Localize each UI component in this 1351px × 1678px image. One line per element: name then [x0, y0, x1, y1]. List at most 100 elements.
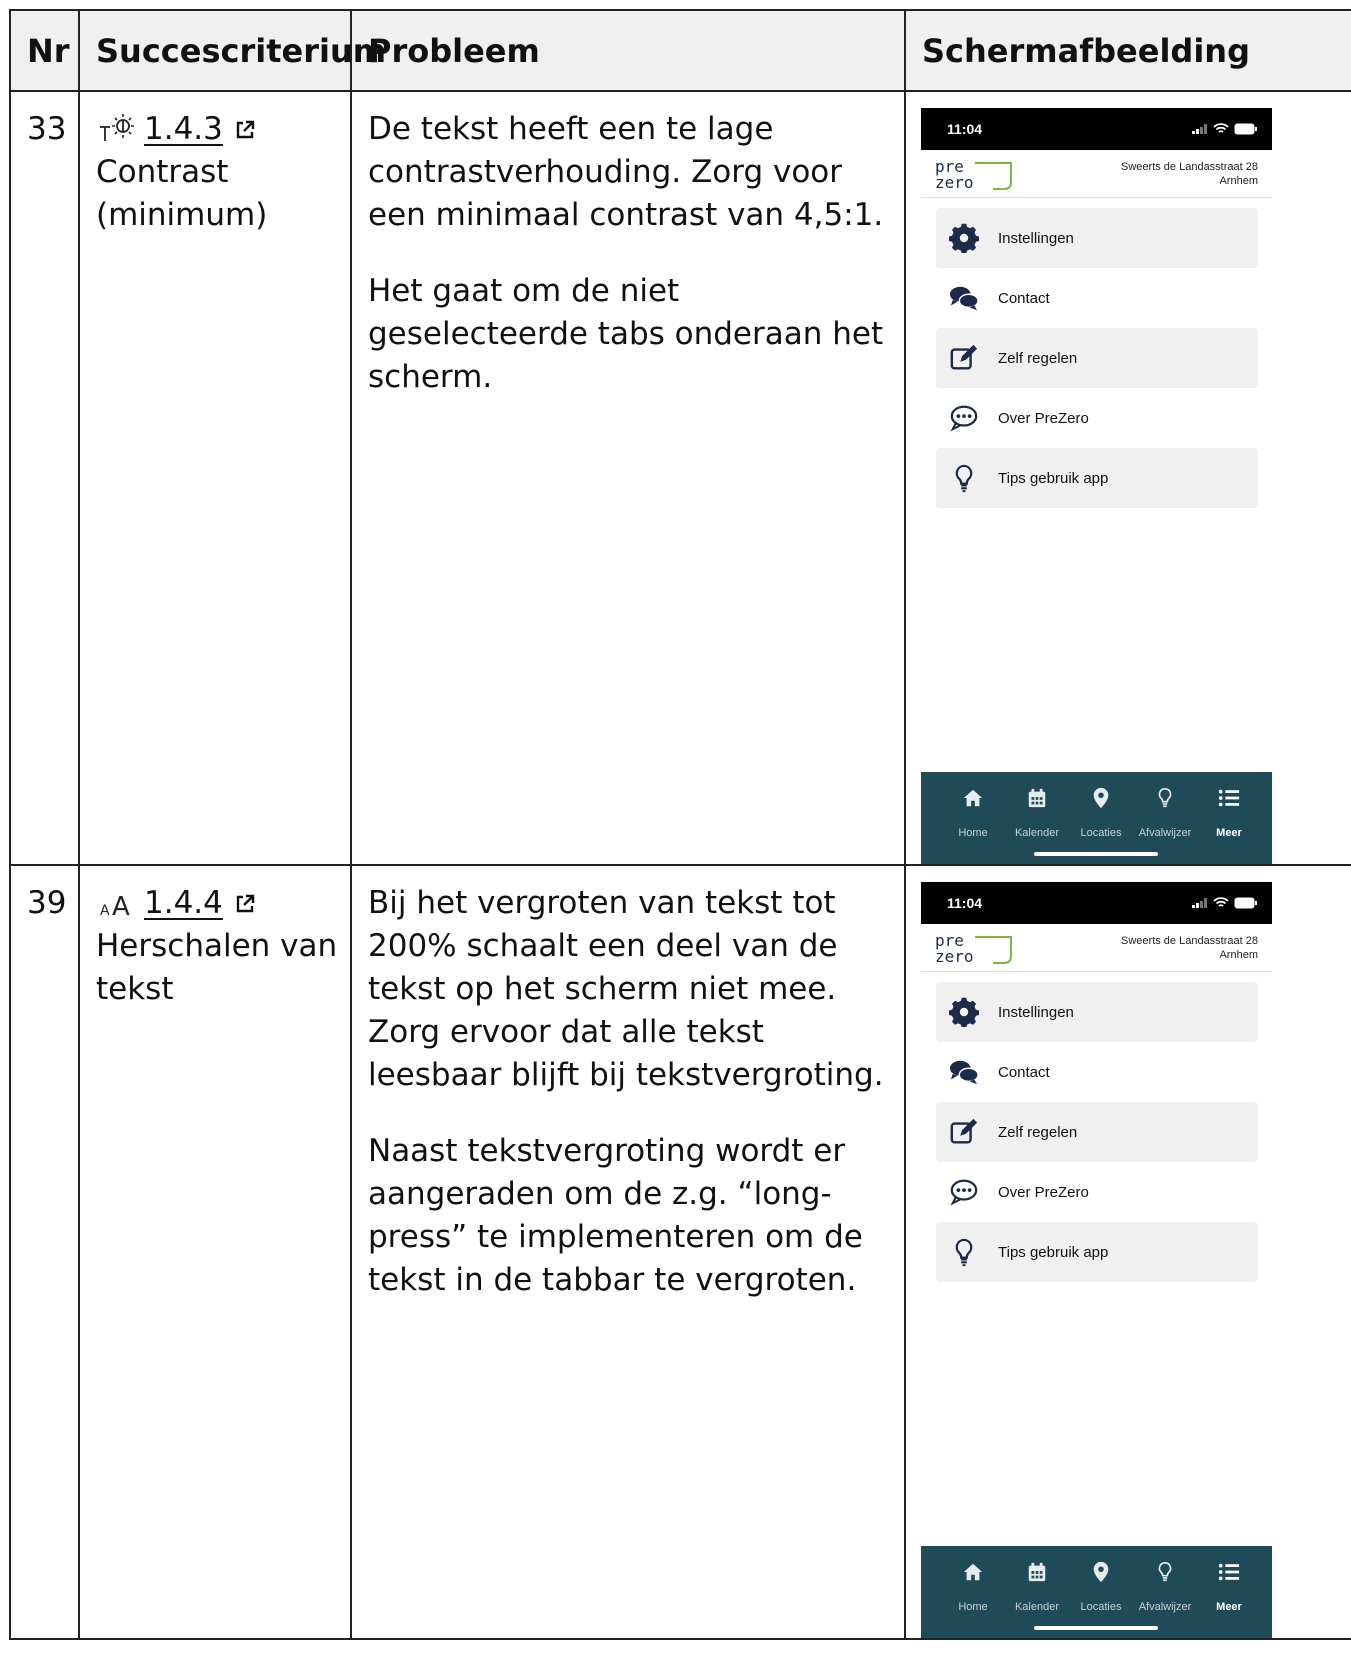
row-number: 33: [27, 111, 67, 147]
status-icons: [1192, 123, 1258, 135]
findings-table: Nr Succescriterium Probleem Schermafbeel…: [9, 9, 1351, 1640]
app-screenshot: 11:04 pre zero Sweerts de Landasstraat 2…: [921, 108, 1272, 864]
app-header: pre zero Sweerts de Landasstraat 28 Arnh…: [921, 150, 1272, 198]
menu-item-label: Contact: [998, 1063, 1050, 1081]
row-number: 39: [27, 885, 67, 921]
tab-bar: Home Kalender Locaties Afvalwijzer Meer: [921, 1546, 1272, 1638]
calendar-icon: [1005, 784, 1069, 812]
menu-item-label: Zelf regelen: [998, 349, 1078, 367]
home-icon: [941, 1558, 1005, 1586]
prezero-logo: pre zero: [935, 931, 1012, 965]
calendar-icon: [1005, 1558, 1069, 1586]
menu-item-zelf-regelen[interactable]: Zelf regelen: [936, 328, 1258, 388]
list-icon: [1197, 1558, 1261, 1586]
wifi-icon: [1213, 123, 1229, 133]
criterion-cell: 1.4.3 Contrast (minimum): [78, 90, 352, 866]
table-row: 33 1.4.3 Contrast (minimum) De tekst hee…: [9, 90, 1351, 866]
tab-locaties[interactable]: Locaties: [1069, 1558, 1133, 1629]
criterion-link[interactable]: 1.4.3: [144, 108, 223, 151]
chat-icon: [944, 278, 984, 318]
chat-icon: [944, 1052, 984, 1092]
menu-item-label: Tips gebruik app: [998, 1243, 1109, 1261]
address: Sweerts de Landasstraat 28 Arnhem: [1121, 934, 1258, 962]
speech-dots-icon: [944, 398, 984, 438]
menu-item-instellingen[interactable]: Instellingen: [936, 982, 1258, 1042]
menu-item-over-prezero[interactable]: Over PreZero: [936, 388, 1258, 448]
app-screenshot: 11:04 pre zero Sweerts de Landasstraat 2…: [921, 882, 1272, 1638]
tab-label: Locaties: [1080, 827, 1122, 839]
menu-item-tips-gebruik-app[interactable]: Tips gebruik app: [936, 448, 1258, 508]
criterion-name: Contrast (minimum): [96, 154, 268, 233]
menu-item-label: Over PreZero: [998, 409, 1089, 427]
tab-label: Afvalwijzer: [1138, 827, 1192, 839]
signal-icon: [1192, 898, 1207, 908]
more-menu: Instellingen Contact Zelf regelen Over PreZ…: [921, 972, 1272, 1282]
home-icon: [941, 784, 1005, 812]
tab-label: Home: [958, 827, 988, 839]
problem-paragraph: Naast tekstvergroting wordt er aangerade…: [368, 1133, 863, 1298]
screenshot-cell: 11:04 pre zero Sweerts de Landasstraat 2…: [904, 90, 1351, 866]
menu-item-zelf-regelen[interactable]: Zelf regelen: [936, 1102, 1258, 1162]
tab-kalender[interactable]: Kalender: [1005, 784, 1069, 855]
tab-label: Kalender: [1014, 827, 1060, 839]
menu-item-instellingen[interactable]: Instellingen: [936, 208, 1258, 268]
tab-label: Kalender: [1014, 1601, 1060, 1613]
signal-icon: [1192, 124, 1207, 134]
row-nr: 33: [9, 90, 80, 866]
lightbulb-icon: [944, 458, 984, 498]
tab-meer[interactable]: Meer: [1197, 784, 1261, 855]
status-time: 11:04: [947, 894, 983, 911]
header-problem: Probleem: [350, 9, 906, 92]
tab-locaties[interactable]: Locaties: [1069, 784, 1133, 855]
location-pin-icon: [1069, 1558, 1133, 1586]
tab-afvalwijzer[interactable]: Afvalwijzer: [1133, 1558, 1197, 1629]
lightbulb-icon: [1133, 784, 1197, 812]
tab-home[interactable]: Home: [941, 1558, 1005, 1629]
header-criterion: Succescriterium: [78, 9, 386, 92]
status-icons: [1192, 897, 1258, 909]
menu-item-over-prezero[interactable]: Over PreZero: [936, 1162, 1258, 1222]
address-city: Arnhem: [1219, 174, 1258, 187]
menu-item-label: Instellingen: [998, 1003, 1074, 1021]
battery-icon: [1234, 897, 1257, 909]
battery-icon: [1234, 123, 1257, 135]
svg-text:zero: zero: [935, 947, 974, 965]
problem-cell: Bij het vergroten van tekst tot 200% sch…: [350, 864, 906, 1640]
tab-afvalwijzer[interactable]: Afvalwijzer: [1133, 784, 1197, 855]
header-nr: Nr: [9, 9, 80, 92]
resize-text-icon: AA: [96, 887, 136, 922]
table-row: 39 AA 1.4.4 Herschalen van tekst Bij het…: [9, 864, 1351, 1640]
criterion-link[interactable]: 1.4.4: [144, 882, 223, 925]
header-screenshot: Schermafbeelding: [904, 9, 1351, 92]
wifi-icon: [1213, 897, 1229, 907]
menu-item-label: Instellingen: [998, 229, 1074, 247]
svg-text:A: A: [112, 892, 130, 921]
tab-meer[interactable]: Meer: [1197, 1558, 1261, 1629]
menu-item-tips-gebruik-app[interactable]: Tips gebruik app: [936, 1222, 1258, 1282]
menu-item-contact[interactable]: Contact: [936, 1042, 1258, 1102]
criterion-name: Herschalen van tekst: [96, 928, 338, 1007]
menu-item-label: Over PreZero: [998, 1183, 1089, 1201]
edit-icon: [944, 338, 984, 378]
tab-bar: Home Kalender Locaties Afvalwijzer Meer: [921, 772, 1272, 864]
criterion-cell: AA 1.4.4 Herschalen van tekst: [78, 864, 352, 1640]
status-time: 11:04: [947, 120, 983, 137]
edit-icon: [944, 1112, 984, 1152]
address-street: Sweerts de Landasstraat 28: [1121, 934, 1258, 947]
tab-label: Afvalwijzer: [1138, 1601, 1192, 1613]
address: Sweerts de Landasstraat 28 Arnhem: [1121, 160, 1258, 188]
svg-text:zero: zero: [935, 173, 974, 191]
menu-item-label: Tips gebruik app: [998, 469, 1109, 487]
more-menu: Instellingen Contact Zelf regelen Over PreZ…: [921, 198, 1272, 508]
gear-icon: [944, 992, 984, 1032]
tab-home[interactable]: Home: [941, 784, 1005, 855]
address-street: Sweerts de Landasstraat 28: [1121, 160, 1258, 173]
tab-kalender[interactable]: Kalender: [1005, 1558, 1069, 1629]
lightbulb-icon: [1133, 1558, 1197, 1586]
status-bar: 11:04: [921, 108, 1272, 150]
menu-item-contact[interactable]: Contact: [936, 268, 1258, 328]
lightbulb-icon: [944, 1232, 984, 1272]
external-link-icon: [236, 894, 255, 912]
tab-label: Meer: [1216, 827, 1242, 839]
menu-item-label: Zelf regelen: [998, 1123, 1078, 1141]
